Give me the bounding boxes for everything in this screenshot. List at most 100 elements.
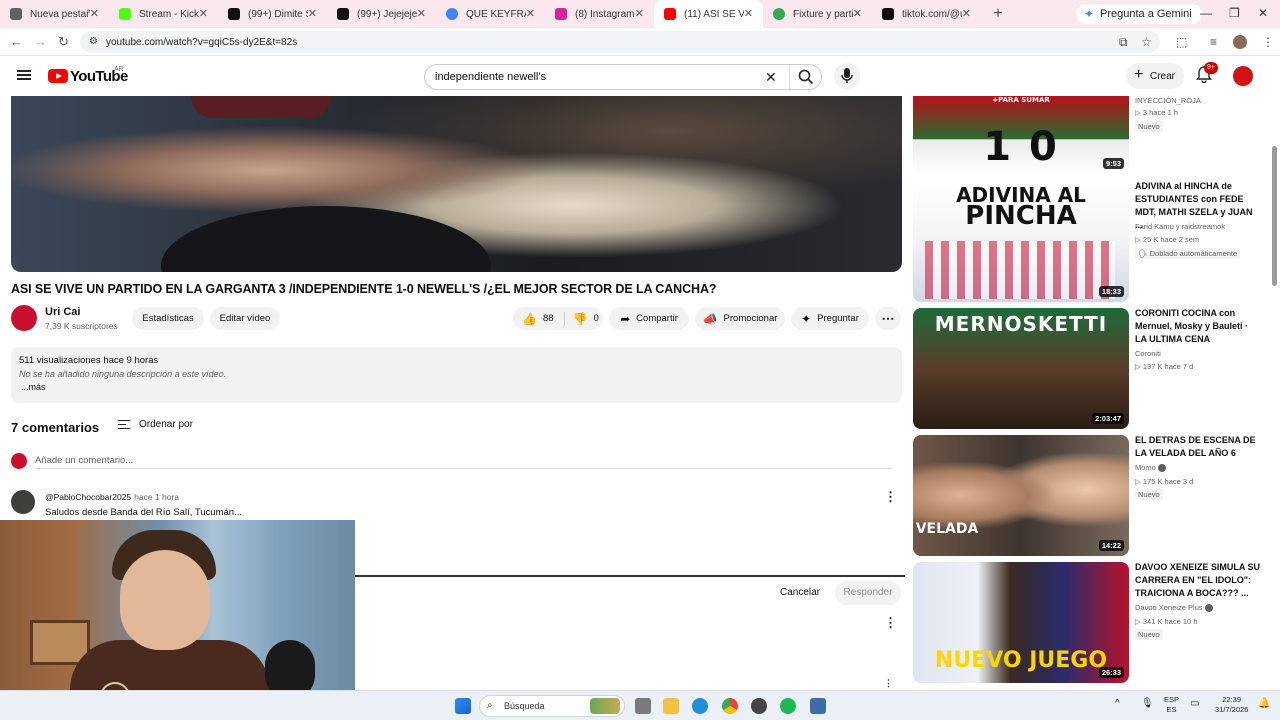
install-icon[interactable]: ⧉ (1119, 35, 1128, 50)
channel-avatar[interactable] (11, 305, 37, 331)
close-tab-icon[interactable]: ✕ (90, 7, 99, 20)
account-avatar[interactable] (1233, 66, 1253, 86)
file-explorer-icon[interactable] (663, 698, 679, 714)
edge-icon[interactable] (692, 698, 708, 714)
dislike-button[interactable]: 👎 0 (573, 312, 599, 326)
video-thumbnail[interactable]: ADIVINA AL PINCHA 18:33 (913, 181, 1129, 302)
comment-menu-icon[interactable]: ⋮ (884, 615, 897, 631)
browser-tab[interactable]: (99+) Dimite Sánc✕ (218, 0, 327, 28)
video-player[interactable] (11, 96, 902, 272)
browser-tab[interactable]: Nueva pestaña✕ (0, 0, 109, 28)
windows-start-icon[interactable] (455, 698, 471, 714)
sidebar-video-title[interactable]: INYECCIÓN_ROJA (1135, 94, 1261, 107)
new-tab-icon[interactable]: + (987, 5, 1009, 23)
sidebar-video-title[interactable]: DAVOO XENEIZE SIMULA SU CARRERA EN "EL I… (1135, 561, 1261, 600)
promote-button[interactable]: 📣 Promocionar (695, 307, 785, 330)
extensions-icon[interactable]: ⬚ (1176, 35, 1187, 49)
clock[interactable]: 22:39 31/7/2026 (1215, 695, 1248, 715)
close-tab-icon[interactable]: ✕ (962, 7, 971, 20)
video-thumbnail[interactable]: +PARA SUMAR 1 0 9:53 (913, 96, 1129, 174)
channel-name[interactable]: Uri Cai (45, 306, 80, 318)
reply-input[interactable] (355, 575, 905, 577)
youtube-logo-icon[interactable] (48, 69, 68, 83)
taskbar-search[interactable]: ⌕ Búsqueda (479, 695, 625, 717)
verified-icon (1204, 604, 1213, 613)
site-info-icon[interactable]: ⚙ (89, 36, 98, 47)
language-indicator[interactable]: ESP ES (1164, 695, 1179, 715)
commenter-name[interactable]: @PabloChocobar2025 (45, 492, 131, 502)
scrollbar-thumb[interactable] (1272, 146, 1277, 286)
restore-icon[interactable]: ❐ (1229, 6, 1240, 20)
comment-menu-icon[interactable]: ⋮ (884, 489, 897, 505)
sidebar-channel[interactable]: Farid Kamu y raidstreamok (1135, 221, 1225, 233)
sidebar-channel[interactable]: Davoo Xeneize Plus (1135, 602, 1213, 614)
like-button[interactable]: 👍 88 (522, 312, 554, 326)
reload-icon[interactable]: ↻ (58, 34, 69, 50)
browser-tab-active[interactable]: (11) ASI SE VIVE✕ (654, 0, 763, 28)
close-tab-icon[interactable]: ✕ (635, 7, 644, 20)
sidebar-channel[interactable]: Momo (1135, 462, 1166, 474)
show-hidden-icons[interactable]: ^ (1115, 699, 1120, 709)
app-icon[interactable] (751, 698, 767, 714)
comment-time[interactable]: hace 1 hora (134, 492, 179, 502)
search-box[interactable]: independiente newell's ✕ (424, 64, 822, 90)
cancel-button[interactable]: Cancelar (780, 587, 820, 598)
video-thumbnail[interactable]: VELADA 14:22 (913, 435, 1129, 556)
notification-center-icon[interactable]: 🔔 (1258, 699, 1270, 709)
browser-tab[interactable]: (8) Instagram ✕ (545, 0, 654, 28)
voice-search-icon[interactable] (834, 63, 860, 89)
create-button[interactable]: + Crear (1126, 63, 1184, 89)
search-input[interactable]: independiente newell's (435, 71, 546, 83)
browser-tab[interactable]: Stream - Kick Da✕ (109, 0, 218, 28)
url-field[interactable]: ⚙ youtube.com/watch?v=gqiC5s-dy2E&t=82s (80, 31, 1160, 53)
browser-tab[interactable]: Fixture y partidos✕ (763, 0, 872, 28)
network-icon[interactable]: ▭ (1190, 699, 1199, 709)
sort-comments-button[interactable]: Ordenar por (118, 419, 193, 430)
browser-tab[interactable]: tiktok.com/@unc✕ (872, 0, 981, 28)
share-button[interactable]: ➦ Compartir (609, 307, 689, 330)
gemini-button[interactable]: ✦ Pregunta a Gemini (1076, 4, 1202, 24)
close-tab-icon[interactable]: ✕ (853, 7, 862, 20)
browser-tab[interactable]: (99+) Jejejeje | sol✕ (327, 0, 436, 28)
close-tab-icon[interactable]: ✕ (526, 7, 535, 20)
reading-list-icon[interactable]: ≡ (1210, 35, 1217, 49)
reply-button[interactable]: Responder (835, 581, 901, 605)
back-icon[interactable]: ← (10, 34, 23, 49)
minimize-icon[interactable]: — (1200, 6, 1212, 20)
search-icon[interactable] (797, 68, 815, 91)
more-actions-icon[interactable]: ⋯ (875, 307, 901, 330)
close-tab-icon[interactable]: ✕ (199, 7, 208, 20)
close-tab-icon[interactable]: ✕ (308, 7, 317, 20)
close-window-icon[interactable]: ✕ (1258, 6, 1268, 20)
stats-button[interactable]: Estadísticas (132, 307, 204, 330)
close-tab-icon[interactable]: ✕ (744, 7, 753, 20)
comment-menu-icon[interactable]: ⋮ (884, 678, 893, 689)
description-box[interactable]: 511 visualizaciones hace 9 horas No se h… (11, 347, 902, 403)
sidebar-video-title[interactable]: CORONITI COCINA con Mernuel, Mosky y Bau… (1135, 307, 1261, 346)
profile-icon[interactable] (1233, 35, 1247, 49)
video-thumbnail[interactable]: MERNOSKETTI 2:03:47 (913, 308, 1129, 429)
video-thumbnail[interactable]: NUEVO JUEGO 26:33 (913, 562, 1129, 683)
sidebar-channel[interactable]: Coroniti (1135, 348, 1161, 360)
ask-button[interactable]: ✦ Preguntar (791, 307, 869, 330)
forward-icon[interactable]: → (34, 34, 47, 49)
clear-search-icon[interactable]: ✕ (765, 69, 777, 86)
scrollbar[interactable] (1271, 96, 1277, 686)
commenter-avatar[interactable] (11, 490, 35, 514)
browser-tab[interactable]: QUE KEYFRAMES✕ (436, 0, 545, 28)
sidebar-video-title[interactable]: EL DETRAS DE ESCENA DE LA VELADA DEL AÑO… (1135, 434, 1261, 460)
chrome-icon[interactable] (722, 698, 738, 714)
menu-icon[interactable]: ⋮ (1262, 35, 1274, 49)
edit-video-button[interactable]: Editar vídeo (210, 307, 280, 330)
microphone-tray-icon[interactable]: 🎙 (1141, 699, 1154, 709)
comment-header: @PabloChocobar2025 hace 1 hora (45, 492, 179, 502)
task-view-icon[interactable] (635, 698, 651, 714)
close-tab-icon[interactable]: ✕ (417, 7, 426, 20)
bookmark-icon[interactable]: ☆ (1141, 35, 1152, 49)
spotify-icon[interactable] (780, 698, 796, 714)
thumbnail-text: MERNOSKETTI (934, 312, 1108, 336)
add-comment-input[interactable]: Añade un comentario... (35, 455, 133, 466)
hamburger-menu-icon[interactable] (17, 70, 31, 80)
calculator-icon[interactable] (810, 698, 826, 714)
show-more-link[interactable]: ...más (21, 382, 46, 392)
